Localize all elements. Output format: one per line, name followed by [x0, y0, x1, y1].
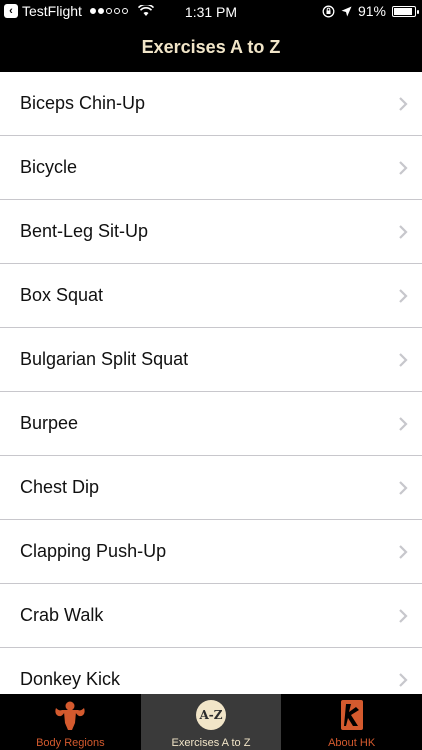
location-arrow-icon: [341, 6, 352, 16]
chevron-right-icon: [399, 480, 408, 495]
list-item-label: Bulgarian Split Squat: [20, 349, 189, 369]
list-item[interactable]: Burpee: [0, 392, 422, 456]
list-item[interactable]: Biceps Chin-Up: [0, 72, 422, 136]
exercise-list[interactable]: Biceps Chin-Up Bicycle Bent-Leg Sit-Up B…: [0, 72, 422, 694]
hk-logo-icon: [340, 700, 363, 730]
list-item[interactable]: Chest Dip: [0, 456, 422, 520]
tab-body-regions[interactable]: Body Regions: [0, 694, 141, 750]
navigation-bar: Exercises A to Z: [0, 24, 422, 72]
list-item[interactable]: Box Squat: [0, 264, 422, 328]
list-item[interactable]: Bicycle: [0, 136, 422, 200]
list-item[interactable]: Bent-Leg Sit-Up: [0, 200, 422, 264]
list-item-label: Crab Walk: [20, 605, 104, 625]
app-screen: ‹ TestFlight 1:31 PM 91% Exercises A to …: [0, 0, 422, 750]
list-item[interactable]: Crab Walk: [0, 584, 422, 648]
chevron-right-icon: [399, 672, 408, 687]
chevron-right-icon: [399, 544, 408, 559]
chevron-right-icon: [399, 352, 408, 367]
page-title: Exercises A to Z: [141, 37, 281, 57]
chevron-right-icon: [399, 416, 408, 431]
list-item-label: Biceps Chin-Up: [20, 93, 146, 113]
status-right: 91%: [322, 3, 419, 19]
tab-label: Body Regions: [36, 737, 105, 749]
muscle-body-icon: [55, 701, 85, 730]
chevron-right-icon: [399, 224, 408, 239]
tab-exercises-a-to-z[interactable]: A-Z Exercises A to Z: [140, 694, 282, 750]
battery-percent: 91%: [357, 3, 386, 19]
orientation-lock-icon: [322, 5, 335, 17]
tab-label: Exercises A to Z: [171, 737, 251, 749]
list-item-label: Chest Dip: [20, 477, 100, 497]
tab-label: About HK: [328, 737, 376, 749]
list-item-label: Clapping Push-Up: [20, 541, 167, 561]
tab-about-hk[interactable]: About HK: [281, 694, 422, 750]
tab-bar: Body Regions A-Z Exercises A to Z About …: [0, 694, 422, 750]
chevron-right-icon: [399, 288, 408, 303]
list-item-label: Box Squat: [20, 285, 104, 305]
list-item[interactable]: Donkey Kick: [0, 648, 422, 694]
list-item-label: Burpee: [20, 413, 79, 433]
a-z-icon: A-Z: [195, 700, 226, 730]
list-item-label: Donkey Kick: [20, 669, 121, 689]
status-bar: ‹ TestFlight 1:31 PM 91%: [0, 0, 422, 24]
chevron-right-icon: [399, 160, 408, 175]
list-item[interactable]: Clapping Push-Up: [0, 520, 422, 584]
list-item-label: Bicycle: [20, 157, 78, 177]
list-item[interactable]: Bulgarian Split Squat: [0, 328, 422, 392]
battery-icon: [392, 5, 419, 17]
chevron-right-icon: [399, 96, 408, 111]
list-item-label: Bent-Leg Sit-Up: [20, 221, 149, 241]
chevron-right-icon: [399, 608, 408, 623]
